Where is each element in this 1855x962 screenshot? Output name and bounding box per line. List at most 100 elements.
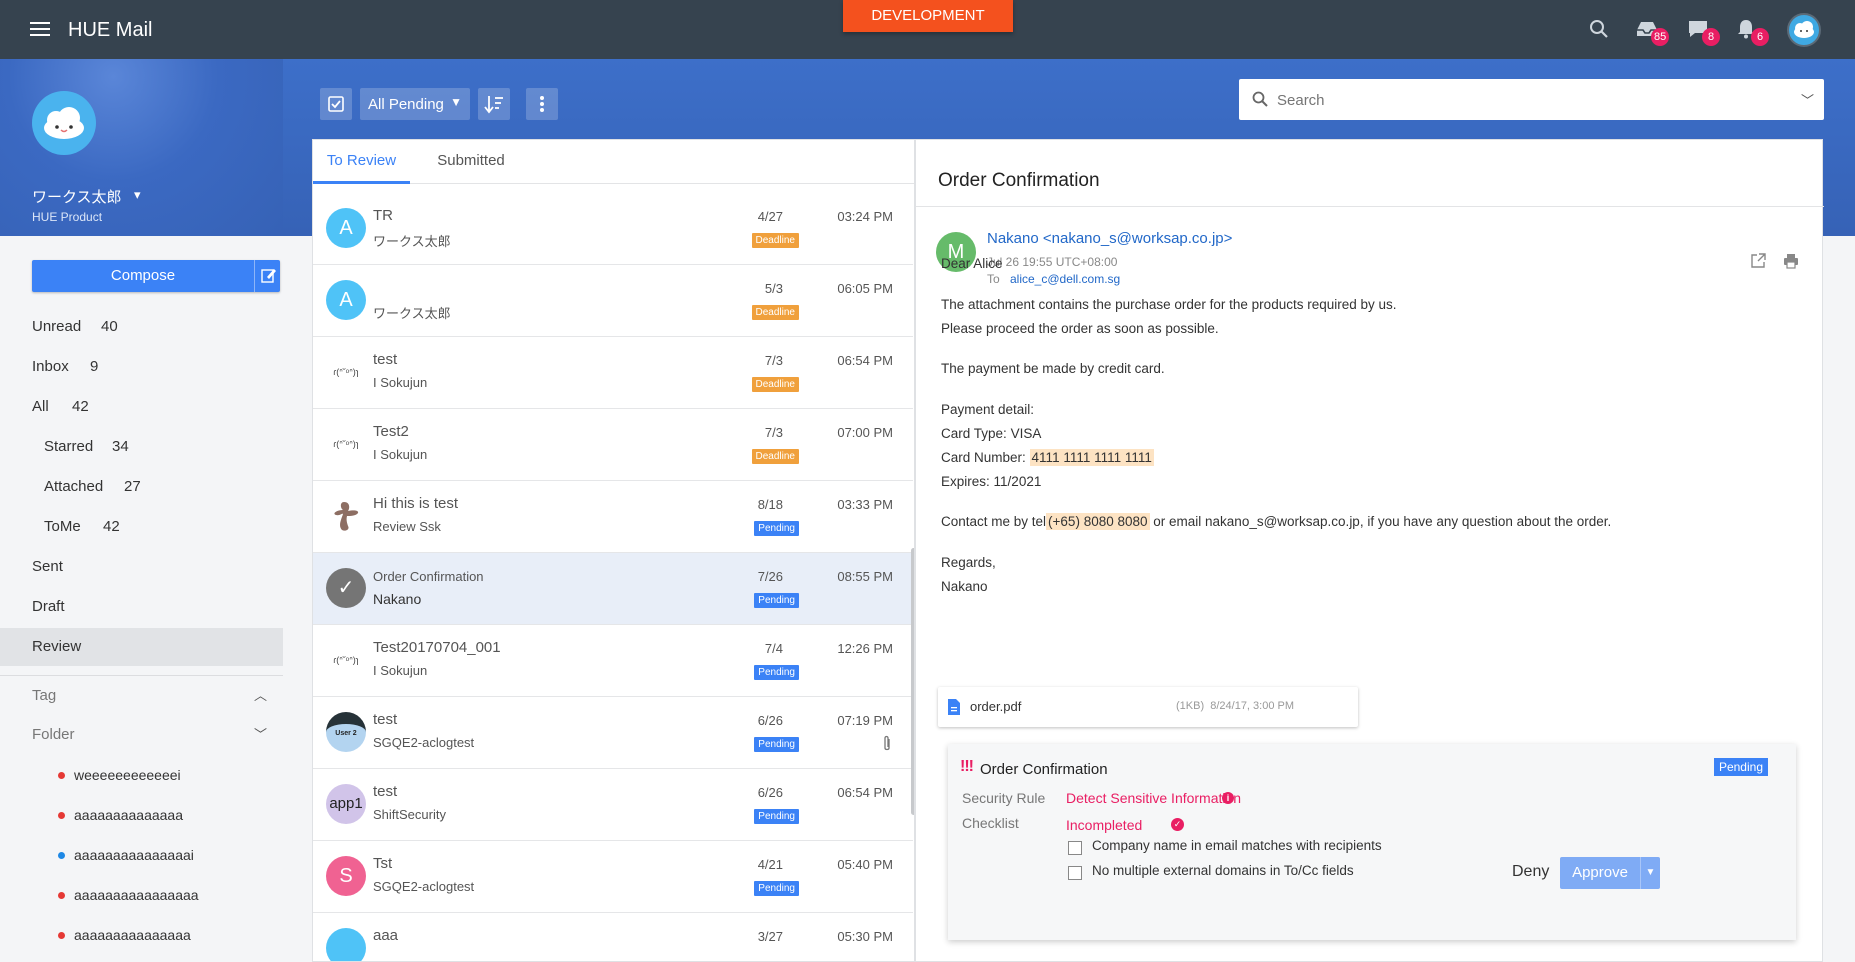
sender-address[interactable]: Nakano <nakano_s@worksap.co.jp> bbox=[987, 230, 1232, 247]
message-date: 4/27 bbox=[757, 209, 783, 224]
filter-dropdown[interactable]: All Pending ▼ bbox=[360, 88, 470, 120]
recipient-address[interactable]: alice_c@dell.com.sg bbox=[1010, 272, 1120, 286]
nav-count: 42 bbox=[103, 518, 120, 535]
message-time: 03:33 PM bbox=[837, 497, 893, 512]
message-subject: test bbox=[373, 783, 398, 800]
edit-icon[interactable] bbox=[254, 260, 280, 292]
nav-all[interactable]: All 42 bbox=[0, 388, 283, 426]
approve-button[interactable]: Approve ▼ bbox=[1560, 857, 1660, 889]
search-input[interactable] bbox=[1277, 89, 1767, 111]
open-external-icon[interactable] bbox=[1749, 252, 1767, 270]
message-sender: ワークス太郎 bbox=[373, 306, 451, 321]
message-row[interactable]: ɾ(ᐢ˘ᵒᐢ)ɿ test I Sokujun 7/3 06:54 PM Dea… bbox=[313, 337, 913, 409]
info-icon[interactable]: i bbox=[1222, 792, 1234, 804]
mail-tray-icon[interactable]: 85 bbox=[1635, 18, 1670, 46]
message-sender: Review Ssk bbox=[373, 519, 441, 534]
sort-button[interactable] bbox=[478, 88, 510, 120]
paperclip-icon bbox=[884, 735, 890, 751]
chevron-down-icon[interactable]: ﹀ bbox=[1801, 90, 1814, 109]
contact-text: or email nakano_s@worksap.co.jp, if you … bbox=[1149, 514, 1612, 529]
nav-label: Sent bbox=[32, 558, 63, 575]
message-sender: I Sokujun bbox=[373, 375, 428, 390]
message-subject: Tst bbox=[373, 855, 393, 872]
tag-section-header[interactable]: Tag ︿ bbox=[0, 675, 283, 715]
status-badge: Deadline bbox=[751, 233, 799, 248]
message-row[interactable]: User 2 test SGQE2-aclogtest 6/26 07:19 P… bbox=[313, 697, 913, 769]
hamburger-menu-icon[interactable] bbox=[28, 18, 52, 40]
security-rule-value[interactable]: Detect Sensitive Information bbox=[1066, 790, 1241, 806]
more-options-icon[interactable] bbox=[526, 88, 558, 120]
expires-label: Expires: bbox=[941, 474, 990, 489]
status-badge: Pending bbox=[1713, 758, 1768, 776]
user-department: HUE Product bbox=[32, 210, 103, 224]
user-avatar[interactable] bbox=[1787, 13, 1821, 47]
nav-label: Draft bbox=[32, 598, 65, 615]
message-sender: ShiftSecurity bbox=[373, 807, 446, 822]
divider bbox=[916, 206, 1824, 207]
nav-inbox[interactable]: Inbox 9 bbox=[0, 348, 283, 386]
folder-section-header[interactable]: Folder ﹀ bbox=[0, 715, 283, 755]
reading-pane: Order Confirmation M Nakano <nakano_s@wo… bbox=[915, 139, 1824, 962]
nav-label: Review bbox=[32, 638, 82, 655]
select-all-checkbox[interactable] bbox=[320, 88, 352, 120]
chevron-up-icon[interactable]: ︿ bbox=[254, 676, 267, 716]
nav-review[interactable]: Review bbox=[0, 628, 283, 666]
checklist-checkbox[interactable] bbox=[1068, 866, 1082, 880]
checklist-item: Company name in email matches with recip… bbox=[1092, 838, 1382, 853]
search-box[interactable]: ﹀ bbox=[1239, 79, 1824, 120]
chevron-down-icon[interactable]: ▾ bbox=[134, 187, 141, 203]
message-row[interactable]: app1 test ShiftSecurity 6/26 06:54 PM Pe… bbox=[313, 769, 913, 841]
message-sender: SGQE2-aclogtest bbox=[373, 735, 475, 750]
filter-label: All Pending bbox=[368, 96, 444, 113]
bell-icon[interactable]: 6 bbox=[1735, 18, 1769, 46]
message-time: 07:00 PM bbox=[837, 425, 893, 440]
body-signature: Nakano bbox=[941, 579, 988, 594]
message-row-selected[interactable]: ✓ Order Confirmation Nakano 7/26 08:55 P… bbox=[313, 553, 913, 625]
nav-starred[interactable]: Starred 34 bbox=[0, 428, 283, 466]
chevron-down-icon[interactable]: ▼ bbox=[1640, 857, 1660, 889]
message-row[interactable]: A ワークス太郎 5/3 06:05 PM Deadline bbox=[313, 265, 913, 337]
deny-button[interactable]: Deny bbox=[1512, 863, 1549, 881]
notification-badge: 6 bbox=[1751, 28, 1769, 46]
compose-button[interactable]: Compose bbox=[32, 260, 280, 292]
message-sender: I Sokujun bbox=[373, 663, 428, 678]
message-row[interactable]: S Tst SGQE2-aclogtest 4/21 05:40 PM Pend… bbox=[313, 841, 913, 913]
card-number-label: Card Number: bbox=[941, 450, 1026, 465]
tab-submitted[interactable]: Submitted bbox=[426, 140, 516, 184]
message-subject: Test2 bbox=[373, 423, 409, 440]
message-row[interactable]: aaa 3/27 05:30 PM bbox=[313, 913, 913, 961]
card-type-line: Card Type: VISA bbox=[941, 426, 1041, 441]
search-icon[interactable] bbox=[1588, 18, 1616, 44]
message-subject: TR bbox=[373, 207, 393, 224]
sender-avatar: ɾ(ᐢ˘ᵒᐢ)ɿ bbox=[326, 640, 366, 680]
nav-attached[interactable]: Attached 27 bbox=[0, 468, 283, 506]
message-row[interactable]: Hi this is test Review Ssk 8/18 03:33 PM… bbox=[313, 481, 913, 553]
checkmark-icon[interactable]: ✓ bbox=[326, 568, 366, 608]
print-icon[interactable] bbox=[1782, 252, 1800, 270]
contact-line: Contact me by tel (+65) 8080 8080 or emai… bbox=[941, 513, 1612, 530]
chevron-down-icon[interactable]: ﹀ bbox=[254, 715, 267, 755]
checklist-checkbox[interactable] bbox=[1068, 841, 1082, 855]
message-row[interactable]: A TR ワークス太郎 4/27 03:24 PM Deadline bbox=[313, 193, 913, 265]
chat-icon[interactable]: 8 bbox=[1686, 18, 1720, 46]
message-time: 12:26 PM bbox=[837, 641, 893, 656]
user-name[interactable]: ワークス太郎 bbox=[32, 186, 122, 207]
tab-to-review[interactable]: To Review bbox=[313, 140, 410, 184]
folder-name: aaaaaaaaaaaaaaai bbox=[74, 847, 194, 863]
nav-count: 9 bbox=[90, 358, 99, 375]
nav-count: 34 bbox=[112, 438, 129, 455]
profile-avatar[interactable] bbox=[32, 91, 96, 155]
nav-sent[interactable]: Sent bbox=[0, 548, 283, 586]
attachment-card[interactable]: order.pdf (1KB) 8/24/17, 3:00 PM bbox=[938, 687, 1358, 727]
nav-draft[interactable]: Draft bbox=[0, 588, 283, 626]
status-badge: Pending bbox=[754, 809, 799, 824]
nav-label: Starred bbox=[44, 438, 94, 455]
message-row[interactable]: ɾ(ᐢ˘ᵒᐢ)ɿ Test2 I Sokujun 7/3 07:00 PM De… bbox=[313, 409, 913, 481]
nav-tome[interactable]: ToMe 42 bbox=[0, 508, 283, 546]
nav-count: 27 bbox=[124, 478, 141, 495]
top-bar: HUE Mail DEVELOPMENT 85 8 6 bbox=[0, 0, 1855, 59]
sender-avatar: A bbox=[326, 280, 366, 320]
nav-unread[interactable]: Unread 40 bbox=[0, 308, 283, 346]
message-row[interactable]: ɾ(ᐢ˘ᵒᐢ)ɿ Test20170704_001 I Sokujun 7/4 … bbox=[313, 625, 913, 697]
folder-color-dot bbox=[58, 772, 65, 779]
